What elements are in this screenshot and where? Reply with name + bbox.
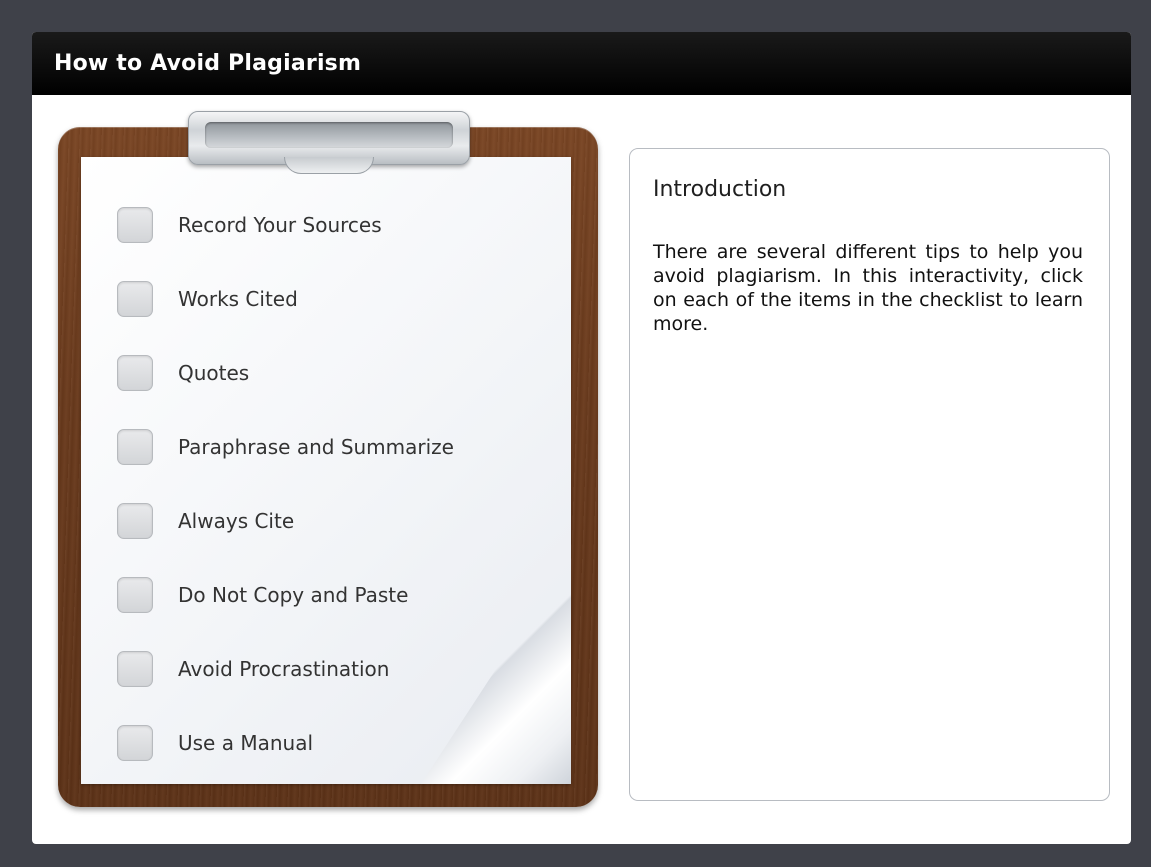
checkbox[interactable] xyxy=(117,281,153,317)
checklist-item-label: Avoid Procrastination xyxy=(178,657,390,681)
checklist: Record Your Sources Works Cited Quotes P… xyxy=(117,206,454,784)
checklist-item-use-a-manual[interactable]: Use a Manual xyxy=(117,724,454,762)
checklist-item-do-not-copy-and-paste[interactable]: Do Not Copy and Paste xyxy=(117,576,454,614)
title-bar: How to Avoid Plagiarism xyxy=(32,32,1131,95)
checkbox[interactable] xyxy=(117,207,153,243)
checklist-item-label: Quotes xyxy=(178,361,250,385)
checklist-item-label: Record Your Sources xyxy=(178,213,382,237)
checkbox[interactable] xyxy=(117,651,153,687)
checklist-item-always-cite[interactable]: Always Cite xyxy=(117,502,454,540)
checkbox[interactable] xyxy=(117,429,153,465)
checklist-item-label: Paraphrase and Summarize xyxy=(178,435,454,459)
checklist-item-label: Use a Manual xyxy=(178,731,314,755)
info-heading: Introduction xyxy=(653,177,787,202)
checklist-item-label: Do Not Copy and Paste xyxy=(178,583,409,607)
info-panel: Introduction There are several different… xyxy=(629,148,1110,801)
checklist-item-label: Works Cited xyxy=(178,287,298,311)
checklist-item-record-your-sources[interactable]: Record Your Sources xyxy=(117,206,454,244)
checkbox[interactable] xyxy=(117,725,153,761)
checkbox[interactable] xyxy=(117,577,153,613)
clip-inner xyxy=(205,122,453,148)
checklist-item-quotes[interactable]: Quotes xyxy=(117,354,454,392)
checkbox[interactable] xyxy=(117,355,153,391)
checklist-item-avoid-procrastination[interactable]: Avoid Procrastination xyxy=(117,650,454,688)
clipboard: Record Your Sources Works Cited Quotes P… xyxy=(58,111,598,807)
info-body: There are several different tips to help… xyxy=(653,241,1083,335)
checklist-item-paraphrase-and-summarize[interactable]: Paraphrase and Summarize xyxy=(117,428,454,466)
checkbox[interactable] xyxy=(117,503,153,539)
checklist-paper: Record Your Sources Works Cited Quotes P… xyxy=(81,157,571,784)
checklist-item-label: Always Cite xyxy=(178,509,295,533)
clipboard-clip xyxy=(188,111,470,183)
app-frame: How to Avoid Plagiarism Record Your Sour… xyxy=(32,32,1131,844)
clip-tab xyxy=(284,157,374,174)
page-title: How to Avoid Plagiarism xyxy=(54,51,362,76)
checklist-item-works-cited[interactable]: Works Cited xyxy=(117,280,454,318)
